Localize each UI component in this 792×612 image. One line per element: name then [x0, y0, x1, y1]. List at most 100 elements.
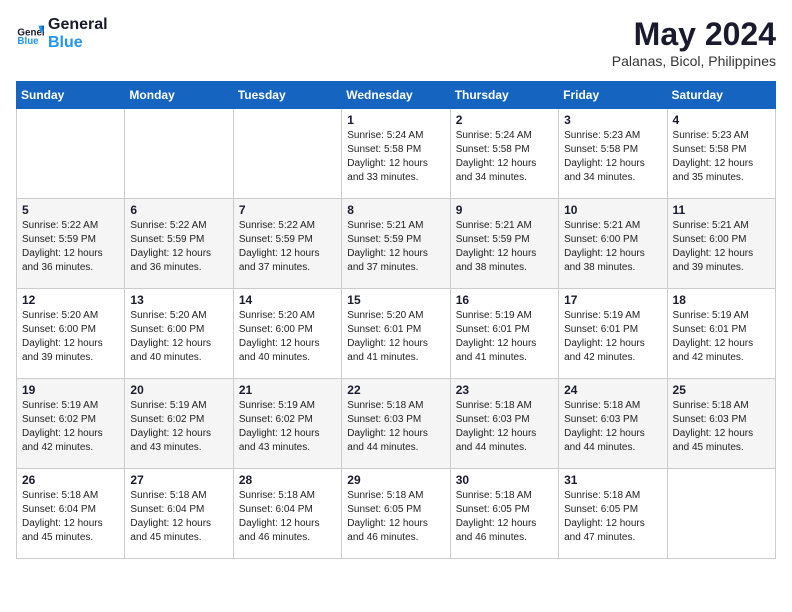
day-info: Sunrise: 5:19 AM Sunset: 6:01 PM Dayligh…: [564, 309, 661, 365]
calendar-cell: 25 Sunrise: 5:18 AM Sunset: 6:03 PM Dayli…: [667, 379, 775, 469]
day-info: Sunrise: 5:24 AM Sunset: 5:58 PM Dayligh…: [347, 129, 444, 185]
day-of-week-thursday: Thursday: [450, 82, 558, 109]
day-of-week-monday: Monday: [125, 82, 233, 109]
day-info: Sunrise: 5:18 AM Sunset: 6:04 PM Dayligh…: [130, 489, 227, 545]
calendar-cell: [233, 109, 341, 199]
day-info: Sunrise: 5:19 AM Sunset: 6:02 PM Dayligh…: [22, 399, 119, 455]
calendar-cell: 8Sunrise: 5:21 AM Sunset: 5:59 PM Daylig…: [342, 199, 450, 289]
calendar-cell: 27Sunrise: 5:18 AM Sunset: 6:04 PM Dayli…: [125, 469, 233, 559]
calendar-cell: 20 Sunrise: 5:19 AM Sunset: 6:02 PM Dayli…: [125, 379, 233, 469]
logo-general: General: [48, 16, 108, 34]
day-info: Sunrise: 5:21 AM Sunset: 6:00 PM Dayligh…: [673, 219, 770, 275]
day-number: 24: [564, 383, 661, 397]
calendar-cell: 2 Sunrise: 5:24 AM Sunset: 5:58 PM Daylig…: [450, 109, 558, 199]
day-number: 1: [347, 113, 444, 127]
day-info: Sunrise: 5:18 AM Sunset: 6:04 PM Dayligh…: [22, 489, 119, 545]
calendar-cell: 24 Sunrise: 5:18 AM Sunset: 6:03 PM Dayli…: [559, 379, 667, 469]
day-number: 11: [673, 203, 770, 217]
day-number: 17: [564, 293, 661, 307]
day-of-week-tuesday: Tuesday: [233, 82, 341, 109]
day-number: 15: [347, 293, 444, 307]
calendar-cell: 29Sunrise: 5:18 AM Sunset: 6:05 PM Dayli…: [342, 469, 450, 559]
calendar-cell: 9 Sunrise: 5:21 AM Sunset: 5:59 PM Daylig…: [450, 199, 558, 289]
title-block: May 2024 Palanas, Bicol, Philippines: [612, 16, 776, 69]
day-info: Sunrise: 5:21 AM Sunset: 5:59 PM Dayligh…: [456, 219, 553, 275]
day-info: Sunrise: 5:22 AM Sunset: 5:59 PM Dayligh…: [22, 219, 119, 275]
calendar-cell: 13 Sunrise: 5:20 AM Sunset: 6:00 PM Dayli…: [125, 289, 233, 379]
calendar-cell: 23Sunrise: 5:18 AM Sunset: 6:03 PM Dayli…: [450, 379, 558, 469]
day-number: 7: [239, 203, 336, 217]
calendar-cell: 17 Sunrise: 5:19 AM Sunset: 6:01 PM Dayli…: [559, 289, 667, 379]
day-info: Sunrise: 5:18 AM Sunset: 6:04 PM Dayligh…: [239, 489, 336, 545]
day-info: Sunrise: 5:20 AM Sunset: 6:00 PM Dayligh…: [22, 309, 119, 365]
day-number: 2: [456, 113, 553, 127]
calendar-cell: [667, 469, 775, 559]
calendar-cell: 22 Sunrise: 5:18 AM Sunset: 6:03 PM Dayli…: [342, 379, 450, 469]
day-info: Sunrise: 5:24 AM Sunset: 5:58 PM Dayligh…: [456, 129, 553, 185]
day-number: 5: [22, 203, 119, 217]
day-number: 18: [673, 293, 770, 307]
calendar-cell: 30Sunrise: 5:18 AM Sunset: 6:05 PM Dayli…: [450, 469, 558, 559]
calendar-header-row: SundayMondayTuesdayWednesdayThursdayFrid…: [17, 82, 776, 109]
day-number: 16: [456, 293, 553, 307]
calendar-cell: 10 Sunrise: 5:21 AM Sunset: 6:00 PM Dayli…: [559, 199, 667, 289]
day-number: 9: [456, 203, 553, 217]
calendar-week-row: 19 Sunrise: 5:19 AM Sunset: 6:02 PM Dayli…: [17, 379, 776, 469]
calendar-cell: 5 Sunrise: 5:22 AM Sunset: 5:59 PM Daylig…: [17, 199, 125, 289]
page-header: General Blue General Blue May 2024 Palan…: [16, 16, 776, 69]
logo-blue: Blue: [48, 34, 108, 52]
day-info: Sunrise: 5:18 AM Sunset: 6:03 PM Dayligh…: [456, 399, 553, 455]
day-info: Sunrise: 5:21 AM Sunset: 5:59 PM Dayligh…: [347, 219, 444, 275]
calendar-cell: 1 Sunrise: 5:24 AM Sunset: 5:58 PM Daylig…: [342, 109, 450, 199]
calendar-cell: 28 Sunrise: 5:18 AM Sunset: 6:04 PM Dayli…: [233, 469, 341, 559]
day-info: Sunrise: 5:20 AM Sunset: 6:00 PM Dayligh…: [130, 309, 227, 365]
day-number: 3: [564, 113, 661, 127]
calendar-cell: 31 Sunrise: 5:18 AM Sunset: 6:05 PM Dayli…: [559, 469, 667, 559]
day-of-week-sunday: Sunday: [17, 82, 125, 109]
calendar-cell: 12Sunrise: 5:20 AM Sunset: 6:00 PM Dayli…: [17, 289, 125, 379]
day-info: Sunrise: 5:23 AM Sunset: 5:58 PM Dayligh…: [564, 129, 661, 185]
day-number: 13: [130, 293, 227, 307]
day-info: Sunrise: 5:18 AM Sunset: 6:05 PM Dayligh…: [564, 489, 661, 545]
day-info: Sunrise: 5:19 AM Sunset: 6:02 PM Dayligh…: [239, 399, 336, 455]
day-info: Sunrise: 5:23 AM Sunset: 5:58 PM Dayligh…: [673, 129, 770, 185]
calendar-week-row: 12Sunrise: 5:20 AM Sunset: 6:00 PM Dayli…: [17, 289, 776, 379]
day-info: Sunrise: 5:22 AM Sunset: 5:59 PM Dayligh…: [239, 219, 336, 275]
day-number: 28: [239, 473, 336, 487]
calendar-cell: 4 Sunrise: 5:23 AM Sunset: 5:58 PM Daylig…: [667, 109, 775, 199]
day-of-week-wednesday: Wednesday: [342, 82, 450, 109]
day-number: 26: [22, 473, 119, 487]
day-number: 31: [564, 473, 661, 487]
calendar-table: SundayMondayTuesdayWednesdayThursdayFrid…: [16, 81, 776, 559]
day-info: Sunrise: 5:20 AM Sunset: 6:01 PM Dayligh…: [347, 309, 444, 365]
day-info: Sunrise: 5:19 AM Sunset: 6:02 PM Dayligh…: [130, 399, 227, 455]
location: Palanas, Bicol, Philippines: [612, 53, 776, 69]
day-number: 10: [564, 203, 661, 217]
day-info: Sunrise: 5:19 AM Sunset: 6:01 PM Dayligh…: [456, 309, 553, 365]
day-number: 4: [673, 113, 770, 127]
svg-text:Blue: Blue: [17, 35, 39, 46]
calendar-cell: 11 Sunrise: 5:21 AM Sunset: 6:00 PM Dayli…: [667, 199, 775, 289]
calendar-cell: 15 Sunrise: 5:20 AM Sunset: 6:01 PM Dayli…: [342, 289, 450, 379]
day-number: 29: [347, 473, 444, 487]
day-number: 14: [239, 293, 336, 307]
day-number: 25: [673, 383, 770, 397]
day-number: 22: [347, 383, 444, 397]
day-info: Sunrise: 5:21 AM Sunset: 6:00 PM Dayligh…: [564, 219, 661, 275]
logo: General Blue General Blue: [16, 16, 108, 51]
day-number: 20: [130, 383, 227, 397]
calendar-cell: 19 Sunrise: 5:19 AM Sunset: 6:02 PM Dayli…: [17, 379, 125, 469]
day-info: Sunrise: 5:18 AM Sunset: 6:03 PM Dayligh…: [564, 399, 661, 455]
day-number: 19: [22, 383, 119, 397]
day-info: Sunrise: 5:18 AM Sunset: 6:03 PM Dayligh…: [673, 399, 770, 455]
day-info: Sunrise: 5:18 AM Sunset: 6:03 PM Dayligh…: [347, 399, 444, 455]
calendar-week-row: 5 Sunrise: 5:22 AM Sunset: 5:59 PM Daylig…: [17, 199, 776, 289]
day-info: Sunrise: 5:20 AM Sunset: 6:00 PM Dayligh…: [239, 309, 336, 365]
day-number: 6: [130, 203, 227, 217]
calendar-cell: [17, 109, 125, 199]
day-info: Sunrise: 5:18 AM Sunset: 6:05 PM Dayligh…: [456, 489, 553, 545]
calendar-week-row: 26 Sunrise: 5:18 AM Sunset: 6:04 PM Dayli…: [17, 469, 776, 559]
calendar-cell: [125, 109, 233, 199]
day-number: 21: [239, 383, 336, 397]
calendar-cell: 14 Sunrise: 5:20 AM Sunset: 6:00 PM Dayli…: [233, 289, 341, 379]
